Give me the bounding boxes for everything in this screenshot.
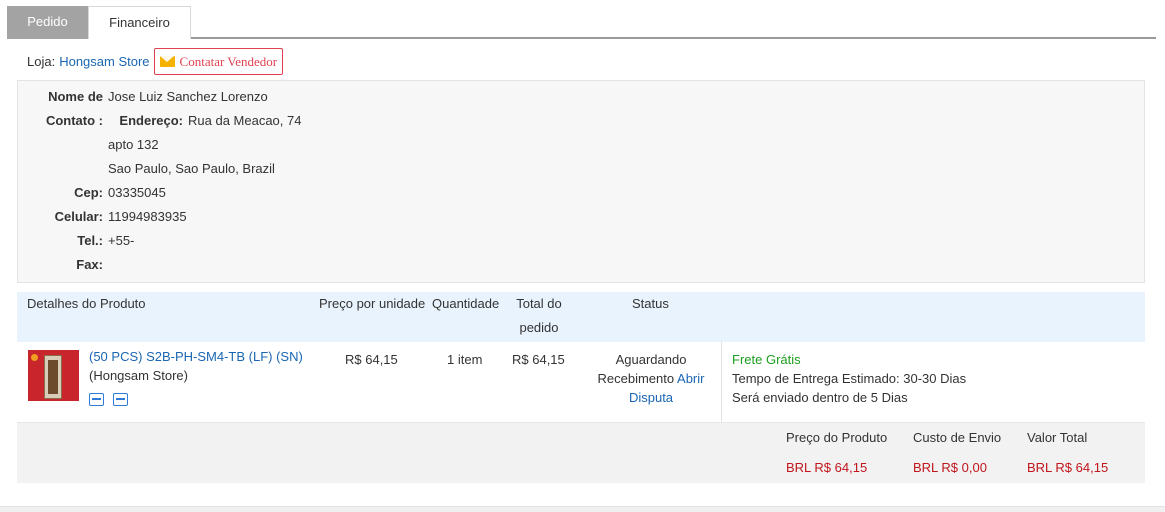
status-line2: Recebimento (597, 371, 675, 386)
contact-label: Contato : (45, 113, 103, 128)
order-status: Aguardando Recebimento Abrir Disputa (590, 350, 712, 407)
header-unit-price: Preço por unidade (319, 296, 426, 311)
delivery-time: Tempo de Entrega Estimado: 30-30 Dias (732, 371, 967, 386)
header-status: Status (632, 296, 669, 311)
return-icon[interactable] (113, 393, 128, 406)
address-line2: apto 132 (108, 137, 159, 152)
tab-financeiro[interactable]: Financeiro (88, 6, 191, 39)
shipping-info: Frete Grátis Tempo de Entrega Estimado: … (732, 350, 966, 407)
quantity: 1 item (447, 352, 483, 367)
status-line1: Aguardando (615, 352, 687, 367)
header-total-line2: pedido (519, 320, 559, 335)
shipping-truck-icon[interactable] (89, 393, 104, 406)
tel-label: Tel.: (77, 233, 103, 248)
address-line1: Rua da Meacao, 74 (188, 113, 302, 128)
name-label: Nome de (48, 89, 103, 104)
name-value: Jose Luiz Sanchez Lorenzo (108, 89, 268, 104)
fax-label: Fax: (76, 257, 103, 272)
product-store: (Hongsam Store) (89, 368, 188, 383)
store-link[interactable]: Hongsam Store (59, 54, 149, 69)
header-total-line1: Total do (516, 296, 562, 311)
order-total: R$ 64,15 (512, 352, 565, 367)
cell-value: 11994983935 (108, 209, 187, 224)
dispute-link[interactable]: Disputa (629, 390, 673, 405)
envelope-icon (159, 56, 175, 67)
address-line3: Sao Paulo, Sao Paulo, Brazil (108, 161, 275, 176)
dispatch-time: Será enviado dentro de 5 Dias (732, 390, 908, 405)
table-row: (50 PCS) S2B-PH-SM4-TB (LF) (SN) (Hongsa… (17, 342, 1145, 423)
product-link[interactable]: (50 PCS) S2B-PH-SM4-TB (LF) (SN) (89, 348, 303, 366)
product-thumbnail[interactable] (28, 350, 79, 401)
product-table-header: Detalhes do Produto Preço por unidade Qu… (17, 292, 1145, 342)
order-tabs: Pedido Financeiro (7, 6, 1156, 39)
open-dispute-link[interactable]: Abrir (677, 371, 704, 386)
contact-seller-label: Contatar Vendedor (179, 53, 278, 69)
column-divider (721, 342, 722, 422)
dispute-link-wrap: Disputa (590, 388, 712, 407)
total-value-label: Valor Total (1027, 430, 1088, 445)
tab-pedido[interactable]: Pedido (7, 6, 88, 39)
tel-value: +55- (108, 233, 135, 248)
unit-price: R$ 64,15 (345, 352, 398, 367)
shipping-address-panel: Nome de Jose Luiz Sanchez Lorenzo Contat… (17, 80, 1145, 283)
shipping-cost-label: Custo de Envio (913, 430, 1002, 445)
cep-label: Cep: (74, 185, 103, 200)
store-label: Loja: (27, 54, 56, 69)
cell-label: Celular: (54, 209, 103, 224)
logo-dot (31, 354, 38, 361)
cep-value: 03335045 (108, 185, 166, 200)
page-footer-bar (0, 506, 1165, 512)
status-line2-wrap: Recebimento Abrir (590, 369, 712, 388)
product-actions (89, 393, 128, 406)
header-quantity: Quantidade (432, 296, 500, 311)
contact-seller-button[interactable]: Contatar Vendedor (153, 48, 284, 75)
product-price-label: Preço do Produto (786, 430, 888, 445)
order-totals: Preço do Produto Custo de Envio Valor To… (17, 423, 1145, 483)
connector-strip-inner (48, 360, 58, 394)
shipping-cost-value: BRL R$ 0,00 (913, 460, 987, 475)
address-label: Endereço: (119, 113, 183, 128)
store-row: Loja: Hongsam Store Contatar Vendedor (27, 48, 284, 75)
total-value: BRL R$ 64,15 (1027, 460, 1109, 475)
free-shipping: Frete Grátis (732, 352, 801, 367)
product-price-value: BRL R$ 64,15 (786, 460, 868, 475)
header-product-details: Detalhes do Produto (27, 296, 146, 311)
